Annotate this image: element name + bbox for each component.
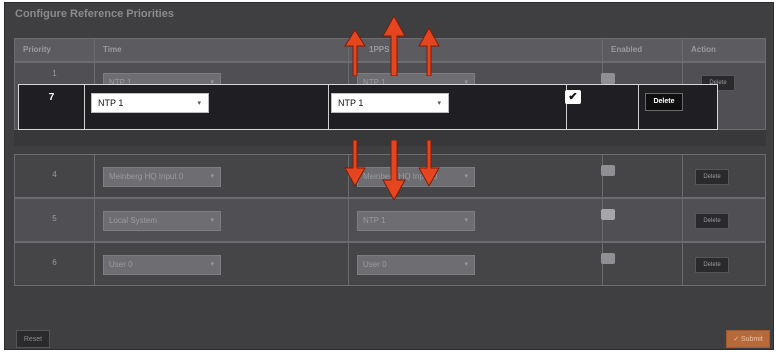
- reset-button[interactable]: Reset: [16, 330, 50, 348]
- header-enabled: Enabled: [603, 39, 683, 61]
- delete-button[interactable]: Delete: [695, 213, 729, 229]
- delete-button[interactable]: Delete: [645, 93, 683, 111]
- enabled-checkbox[interactable]: [601, 73, 615, 84]
- time-select[interactable]: Meinberg HQ Input 0 ▾: [103, 167, 221, 187]
- table-row: 6 User 0 ▾ User 0 ▾ Delete: [14, 242, 766, 286]
- row-priority: 5: [15, 199, 95, 241]
- pps-select[interactable]: User 0 ▾: [357, 255, 475, 275]
- time-select[interactable]: Local System ▾: [103, 211, 221, 231]
- pps-select[interactable]: NTP 1 ▾: [331, 93, 449, 113]
- enabled-checkbox[interactable]: ✔: [565, 90, 581, 104]
- enabled-checkbox[interactable]: [601, 209, 615, 220]
- highlighted-row[interactable]: 7 NTP 1 ▾ NTP 1 ▾ ✔ Delete: [18, 84, 718, 130]
- time-select[interactable]: NTP 1 ▾: [91, 93, 209, 113]
- row-priority: 4: [15, 155, 95, 197]
- header-priority: Priority: [15, 39, 95, 61]
- priority-value: 7: [19, 85, 85, 129]
- enabled-checkbox[interactable]: [601, 253, 615, 264]
- delete-button[interactable]: Delete: [695, 257, 729, 273]
- submit-button[interactable]: ✓ Submit: [726, 330, 770, 348]
- drag-up-arrows-icon: [344, 14, 440, 76]
- dialog-title: Configure Reference Priorities: [15, 8, 174, 20]
- enabled-checkbox[interactable]: [601, 165, 615, 176]
- chevron-down-icon: ▾: [437, 100, 441, 107]
- drag-down-arrows-icon: [344, 140, 440, 202]
- header-time: Time: [95, 39, 349, 61]
- time-select-value: NTP 1: [98, 98, 124, 108]
- time-select[interactable]: User 0 ▾: [103, 255, 221, 275]
- table-row: 5 Local System ▾ NTP 1 ▾ Delete: [14, 198, 766, 242]
- row-priority: 6: [15, 243, 95, 285]
- header-action: Action: [691, 45, 716, 54]
- pps-select[interactable]: NTP 1 ▾: [357, 211, 475, 231]
- chevron-down-icon: ▾: [197, 100, 201, 107]
- pps-select-value: NTP 1: [338, 98, 364, 108]
- delete-button[interactable]: Delete: [695, 169, 729, 185]
